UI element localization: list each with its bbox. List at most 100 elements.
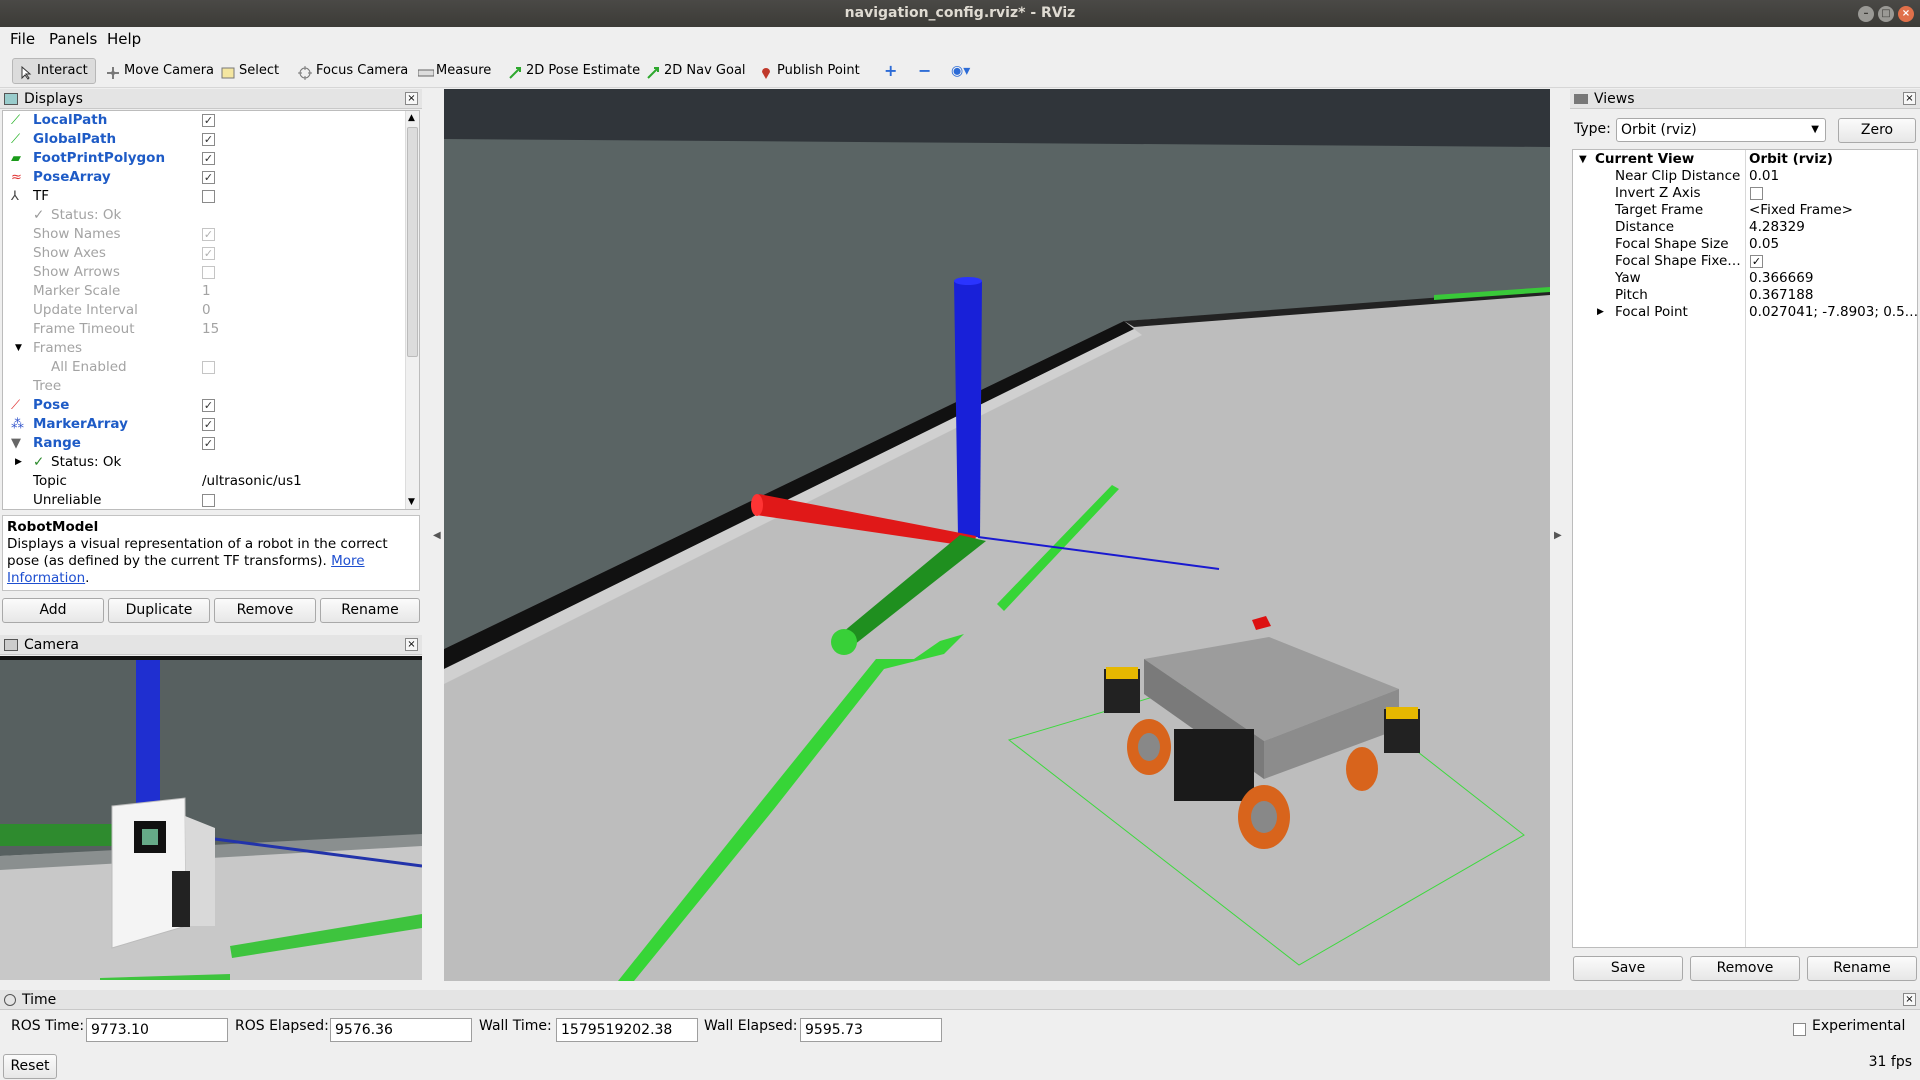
scroll-down-icon[interactable]: ▼	[408, 497, 415, 507]
save-view-button[interactable]: Save	[1573, 956, 1683, 981]
tool-properties-button[interactable]: ◉▾	[945, 58, 976, 84]
display-checkbox[interactable]: ✓	[202, 228, 215, 241]
display-row[interactable]: ⅄ TF	[3, 187, 403, 206]
duplicate-display-button[interactable]: Duplicate	[108, 598, 210, 623]
display-row[interactable]: ▼ Frames	[3, 339, 403, 358]
menu-panels[interactable]: Panels	[49, 30, 97, 48]
view-property-value[interactable]: 0.027041; -7.8903; 0.5…	[1749, 304, 1917, 321]
view-properties[interactable]: ▼ Current View Orbit (rviz) Near Clip Di…	[1572, 149, 1918, 948]
close-camera-icon[interactable]: ×	[405, 638, 418, 651]
tool-move-camera[interactable]: Move Camera	[100, 58, 220, 84]
maximize-icon[interactable]: □	[1878, 6, 1894, 22]
display-row[interactable]: Frame Timeout 15	[3, 320, 403, 339]
displays-scrollbar[interactable]: ▲ ▼	[405, 111, 419, 509]
view-property-row[interactable]: Focal Shape Fixe… ✓	[1573, 253, 1919, 270]
current-view-row[interactable]: ▼ Current View Orbit (rviz)	[1573, 151, 1919, 168]
tool-2d-pose-estimate[interactable]: 2D Pose Estimate	[502, 58, 646, 84]
view-property-row[interactable]: Focal Shape Size 0.05	[1573, 236, 1919, 253]
view-property-value[interactable]: <Fixed Frame>	[1749, 202, 1917, 219]
remove-view-button[interactable]: Remove	[1690, 956, 1800, 981]
display-row-value[interactable]: 15	[202, 320, 219, 339]
display-checkbox[interactable]	[202, 494, 215, 507]
display-checkbox[interactable]: ✓	[202, 247, 215, 260]
view-property-row[interactable]: Target Frame <Fixed Frame>	[1573, 202, 1919, 219]
display-checkbox[interactable]	[202, 190, 215, 203]
tool-2d-nav-goal[interactable]: 2D Nav Goal	[640, 58, 752, 84]
menu-help[interactable]: Help	[107, 30, 141, 48]
display-row-value[interactable]: 0	[202, 301, 211, 320]
display-row-value[interactable]: 1	[202, 282, 211, 301]
display-row[interactable]: ⁂ MarkerArray ✓	[3, 415, 403, 434]
display-checkbox[interactable]	[202, 266, 215, 279]
display-row[interactable]: ▶ ✓ Status: Ok	[3, 453, 403, 472]
display-row[interactable]: ⟋ GlobalPath ✓	[3, 130, 403, 149]
view-property-value[interactable]: 0.05	[1749, 236, 1917, 253]
menu-file[interactable]: File	[10, 30, 35, 48]
display-checkbox[interactable]: ✓	[202, 437, 215, 450]
add-tool-button[interactable]: +	[878, 58, 903, 84]
display-row[interactable]: ▰ FootPrintPolygon ✓	[3, 149, 403, 168]
display-row[interactable]: Unreliable	[3, 491, 403, 509]
tool-publish-point[interactable]: Publish Point	[753, 58, 866, 84]
minimize-icon[interactable]: –	[1858, 6, 1874, 22]
close-time-icon[interactable]: ×	[1903, 993, 1916, 1006]
tool-select[interactable]: Select	[215, 58, 285, 84]
tool-interact[interactable]: Interact	[12, 58, 96, 84]
display-row[interactable]: ⟋ LocalPath ✓	[3, 111, 403, 130]
display-row[interactable]: ✓ Status: Ok	[3, 206, 403, 225]
close-views-icon[interactable]: ×	[1903, 92, 1916, 105]
rename-view-button[interactable]: Rename	[1807, 956, 1917, 981]
display-row-value[interactable]: /ultrasonic/us1	[202, 472, 302, 491]
display-row[interactable]: All Enabled	[3, 358, 403, 377]
display-row[interactable]: Marker Scale 1	[3, 282, 403, 301]
display-checkbox[interactable]: ✓	[202, 418, 215, 431]
view-property-row[interactable]: ▶ Focal Point 0.027041; -7.8903; 0.5…	[1573, 304, 1919, 321]
add-display-button[interactable]: Add	[2, 598, 104, 623]
display-row[interactable]: ≈ PoseArray ✓	[3, 168, 403, 187]
wall-time-field[interactable]: 1579519202.38	[556, 1018, 698, 1042]
expand-arrow-icon[interactable]: ▶	[1597, 304, 1604, 321]
zero-button[interactable]: Zero	[1838, 118, 1916, 143]
expand-arrow-icon[interactable]: ▼	[15, 339, 22, 358]
reset-button[interactable]: Reset	[3, 1054, 57, 1079]
view-property-checkbox[interactable]	[1750, 187, 1763, 200]
ros-elapsed-field[interactable]: 9576.36	[330, 1018, 472, 1042]
collapse-left-icon[interactable]: ◀	[433, 530, 441, 541]
display-row[interactable]: Show Axes ✓	[3, 244, 403, 263]
camera-image[interactable]	[0, 656, 422, 980]
displays-tree[interactable]: ⟋ LocalPath ✓ ⟋ GlobalPath ✓ ▰ FootPrintPolygon…	[2, 110, 420, 510]
view-property-value[interactable]: 0.366669	[1749, 270, 1917, 287]
display-row[interactable]: Show Names ✓	[3, 225, 403, 244]
close-window-icon[interactable]: ×	[1898, 6, 1914, 22]
experimental-checkbox[interactable]	[1793, 1023, 1806, 1036]
remove-tool-button[interactable]: −	[912, 58, 937, 84]
display-row[interactable]: Tree	[3, 377, 403, 396]
scroll-thumb[interactable]	[407, 127, 418, 357]
display-checkbox[interactable]	[202, 361, 215, 374]
display-row[interactable]: ⟋ Pose ✓	[3, 396, 403, 415]
view-property-value[interactable]: 0.367188	[1749, 287, 1917, 304]
collapse-arrow-icon[interactable]: ▶	[15, 453, 22, 472]
view-type-select[interactable]: Orbit (rviz) ▼	[1616, 118, 1826, 142]
view-property-row[interactable]: Near Clip Distance 0.01	[1573, 168, 1919, 185]
wall-elapsed-field[interactable]: 9595.73	[800, 1018, 942, 1042]
scroll-up-icon[interactable]: ▲	[408, 113, 415, 123]
view-property-row[interactable]: Distance 4.28329	[1573, 219, 1919, 236]
view-property-row[interactable]: Yaw 0.366669	[1573, 270, 1919, 287]
view-property-value[interactable]: 0.01	[1749, 168, 1917, 185]
close-displays-icon[interactable]: ×	[405, 92, 418, 105]
tool-measure[interactable]: Measure	[412, 58, 497, 84]
display-row[interactable]: ▼ Range ✓	[3, 434, 403, 453]
display-checkbox[interactable]: ✓	[202, 152, 215, 165]
rename-display-button[interactable]: Rename	[320, 598, 420, 623]
render-viewport[interactable]	[444, 89, 1550, 981]
tool-focus-camera[interactable]: Focus Camera	[292, 58, 414, 84]
ros-time-field[interactable]: 9773.10	[86, 1018, 228, 1042]
display-row[interactable]: Show Arrows	[3, 263, 403, 282]
view-property-row[interactable]: Invert Z Axis	[1573, 185, 1919, 202]
display-checkbox[interactable]: ✓	[202, 399, 215, 412]
remove-display-button[interactable]: Remove	[214, 598, 316, 623]
view-property-row[interactable]: Pitch 0.367188	[1573, 287, 1919, 304]
view-property-checkbox[interactable]: ✓	[1750, 255, 1763, 268]
display-checkbox[interactable]: ✓	[202, 114, 215, 127]
